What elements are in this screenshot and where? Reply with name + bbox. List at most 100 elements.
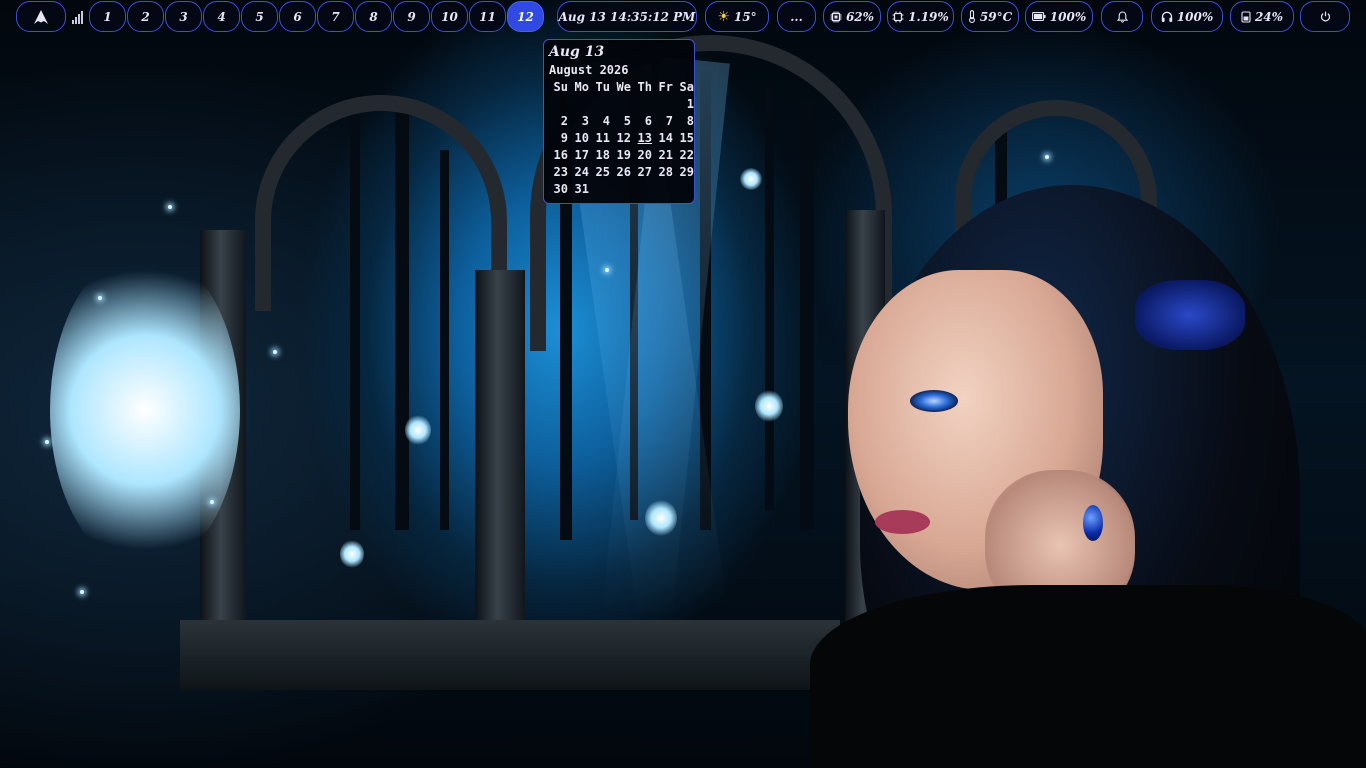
calendar-day[interactable]: 27 <box>633 164 654 181</box>
wallpaper-sparkle <box>273 350 277 354</box>
notifications-button[interactable] <box>1101 1 1143 32</box>
wallpaper-fairy <box>740 168 762 190</box>
calendar-day[interactable]: 30 <box>549 181 570 198</box>
top-bar: 1 2 3 4 5 6 7 8 9 10 11 12 Aug 13 14:35:… <box>0 0 1366 36</box>
calendar-day[interactable]: 24 <box>570 164 591 181</box>
workspace-label: 11 <box>479 9 496 24</box>
calendar-day[interactable]: 3 <box>570 113 591 130</box>
calendar-day[interactable]: 17 <box>570 147 591 164</box>
clock-button[interactable]: Aug 13 14:35:12 PM <box>557 1 697 32</box>
brightness-icon <box>1241 10 1251 23</box>
calendar-day[interactable]: 2 <box>549 113 570 130</box>
calendar-day[interactable]: 28 <box>654 164 675 181</box>
workspace-button-12-active[interactable]: 12 <box>507 1 544 32</box>
weather-widget[interactable]: ☀ 15° <box>705 1 769 32</box>
volume-widget[interactable]: 100% <box>1151 1 1223 32</box>
calendar-day-today[interactable]: 13 <box>633 130 654 147</box>
cpu-widget[interactable]: 1.19% <box>887 1 954 32</box>
wallpaper-portrait-hair-bow <box>1135 280 1245 350</box>
power-icon <box>1320 11 1330 22</box>
sun-icon: ☀ <box>717 8 730 25</box>
calendar-empty-cell <box>654 96 675 113</box>
workspace-button-10[interactable]: 10 <box>431 1 468 32</box>
calendar-empty-cell <box>570 96 591 113</box>
signal-bars-icon[interactable] <box>72 10 88 24</box>
thermometer-icon <box>968 10 975 23</box>
power-button[interactable] <box>1300 1 1350 32</box>
calendar-day[interactable]: 4 <box>591 113 612 130</box>
brightness-widget[interactable]: 24% <box>1230 1 1294 32</box>
workspace-button-9[interactable]: 9 <box>393 1 430 32</box>
wallpaper-window-sill <box>180 620 840 690</box>
workspace-label: 3 <box>179 9 188 24</box>
workspace-button-3[interactable]: 3 <box>165 1 202 32</box>
wallpaper-sparkle <box>605 268 609 272</box>
calendar-day[interactable]: 7 <box>654 113 675 130</box>
calendar-day[interactable]: 16 <box>549 147 570 164</box>
calendar-day[interactable]: 12 <box>612 130 633 147</box>
workspace-button-6[interactable]: 6 <box>279 1 316 32</box>
calendar-day[interactable]: 15 <box>675 130 696 147</box>
more-button[interactable]: ... <box>777 1 816 32</box>
calendar-header: Aug 13 <box>549 44 605 60</box>
calendar-weekday: Th <box>637 80 652 94</box>
brightness-level: 24% <box>1254 9 1284 24</box>
calendar-popup: Aug 13 August 2026 Su Mo Tu We Th Fr Sa … <box>543 39 695 204</box>
wallpaper-fairy <box>50 250 240 570</box>
workspace-button-8[interactable]: 8 <box>355 1 392 32</box>
arch-logo-icon <box>34 9 48 24</box>
calendar-day[interactable]: 23 <box>549 164 570 181</box>
calendar-weekday: Sa <box>679 80 694 94</box>
workspace-button-7[interactable]: 7 <box>317 1 354 32</box>
wallpaper-sparkle <box>168 205 172 209</box>
calendar-day[interactable]: 31 <box>570 181 591 198</box>
calendar-day[interactable]: 22 <box>675 147 696 164</box>
workspace-button-11[interactable]: 11 <box>469 1 506 32</box>
workspace-label: 6 <box>293 9 302 24</box>
calendar-day[interactable]: 9 <box>549 130 570 147</box>
wallpaper-sparkle <box>45 440 49 444</box>
battery-icon <box>1031 12 1046 21</box>
calendar-day[interactable]: 26 <box>612 164 633 181</box>
cpu-usage: 1.19% <box>908 9 949 24</box>
temperature-widget[interactable]: 59°C <box>961 1 1019 32</box>
headphones-icon <box>1161 11 1172 22</box>
workspace-label: 2 <box>141 9 150 24</box>
calendar-day[interactable]: 10 <box>570 130 591 147</box>
calendar-day[interactable]: 25 <box>591 164 612 181</box>
workspace-button-2[interactable]: 2 <box>127 1 164 32</box>
calendar-day[interactable]: 1 <box>675 96 696 113</box>
calendar-day[interactable]: 14 <box>654 130 675 147</box>
calendar-day[interactable]: 18 <box>591 147 612 164</box>
calendar-weekday: We <box>616 80 631 94</box>
calendar-day[interactable]: 6 <box>633 113 654 130</box>
calendar-day[interactable]: 11 <box>591 130 612 147</box>
wallpaper-sparkle <box>80 590 84 594</box>
wallpaper-sparkle <box>98 296 102 300</box>
workspace-label: 4 <box>217 9 226 24</box>
calendar-day[interactable]: 20 <box>633 147 654 164</box>
workspace-button-5[interactable]: 5 <box>241 1 278 32</box>
volume-level: 100% <box>1176 9 1214 24</box>
memory-chip-icon <box>830 11 842 22</box>
calendar-day[interactable]: 21 <box>654 147 675 164</box>
calendar-day[interactable]: 19 <box>612 147 633 164</box>
memory-widget[interactable]: 62% <box>823 1 881 32</box>
wallpaper-sparkle <box>210 500 214 504</box>
calendar-day[interactable]: 29 <box>675 164 696 181</box>
bell-icon <box>1116 10 1128 23</box>
calendar-day[interactable]: 5 <box>612 113 633 130</box>
wallpaper-portrait-earring <box>1083 505 1103 541</box>
workspace-label: 10 <box>441 9 458 24</box>
wallpaper-pillar <box>475 270 525 640</box>
calendar-weekday: Mo <box>574 80 589 94</box>
workspace-button-1[interactable]: 1 <box>89 1 126 32</box>
launcher-button[interactable] <box>16 1 66 32</box>
workspace-button-4[interactable]: 4 <box>203 1 240 32</box>
workspace-label: 1 <box>103 9 112 24</box>
workspace-label: 9 <box>407 9 416 24</box>
battery-level: 100% <box>1049 9 1087 24</box>
battery-widget[interactable]: 100% <box>1025 1 1093 32</box>
calendar-day[interactable]: 8 <box>675 113 696 130</box>
wallpaper-fairy <box>405 415 431 445</box>
